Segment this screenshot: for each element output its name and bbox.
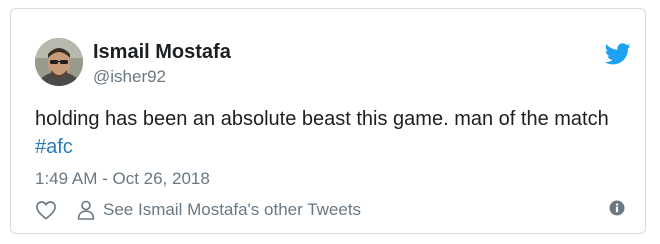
tweet-actions: See Ismail Mostafa's other Tweets <box>35 197 361 223</box>
author-display-name[interactable]: Ismail Mostafa <box>93 41 231 64</box>
twitter-bird-icon[interactable] <box>605 43 631 65</box>
tweet-card: Ismail Mostafa @isher92 holding has been… <box>10 8 646 234</box>
user-icon <box>77 200 95 220</box>
hashtag-link[interactable]: #afc <box>35 136 73 158</box>
tweet-text: holding has been an absolute beast this … <box>35 105 631 161</box>
heart-icon[interactable] <box>35 200 57 220</box>
avatar-image <box>35 38 83 86</box>
avatar[interactable] <box>35 38 83 86</box>
tweet-body: holding has been an absolute beast this … <box>35 108 609 130</box>
tweet-timestamp[interactable]: 1:49 AM - Oct 26, 2018 <box>35 169 210 189</box>
info-icon[interactable] <box>609 200 625 216</box>
author-handle[interactable]: @isher92 <box>93 67 166 87</box>
other-tweets-link[interactable]: See Ismail Mostafa's other Tweets <box>77 200 361 220</box>
other-tweets-label[interactable]: See Ismail Mostafa's other Tweets <box>103 200 361 220</box>
